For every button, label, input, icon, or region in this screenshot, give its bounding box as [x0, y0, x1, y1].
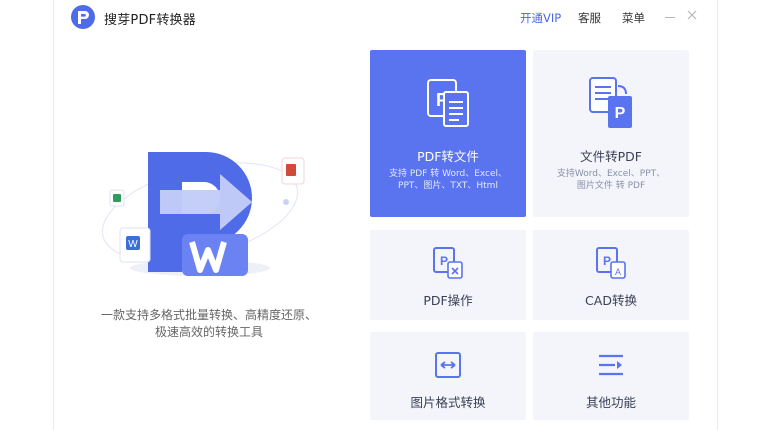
tile-pdf-operation[interactable]: P PDF操作	[370, 230, 526, 320]
other-functions-icon	[599, 354, 623, 376]
svg-text:P: P	[440, 254, 448, 268]
minimize-button[interactable]	[665, 17, 675, 18]
app-logo-icon	[71, 5, 95, 29]
tile-label: PDF转文件	[417, 149, 479, 164]
tile-image-convert[interactable]: 图片格式转换	[370, 332, 526, 420]
tile-desc-line-2: PPT、图片、TXT、Html	[398, 181, 498, 191]
tagline-line-2: 极速高效的转换工具	[154, 325, 263, 339]
tagline-line-1: 一款支持多格式批量转换、高精度还原、	[100, 308, 317, 322]
file-to-pdf-icon: P	[589, 77, 632, 128]
window-border-right	[717, 0, 718, 430]
tile-desc-line-2: 图片文件 转 PDF	[576, 181, 646, 191]
tile-label: 其他功能	[585, 395, 636, 410]
hero-illustration: W	[101, 152, 305, 276]
menu-link[interactable]: 菜单	[622, 10, 645, 26]
tile-desc-line-1: 支持 PDF 转 Word、Excel、	[388, 169, 508, 179]
tile-file-to-pdf[interactable]: P 文件转PDF 支持Word、Excel、PPT、 图片文件 转 PDF	[533, 50, 689, 217]
tile-cad-convert[interactable]: P A CAD转换	[533, 230, 689, 320]
tagline: 一款支持多格式批量转换、高精度还原、 极速高效的转换工具	[94, 307, 324, 341]
cad-convert-icon: P A	[596, 247, 626, 279]
customer-service-link[interactable]: 客服	[578, 10, 601, 26]
tile-desc-line-1: 支持Word、Excel、PPT、	[556, 169, 666, 179]
svg-text:A: A	[615, 267, 621, 277]
svg-text:W: W	[128, 239, 138, 250]
tile-label: PDF操作	[423, 293, 473, 308]
tile-label: CAD转换	[585, 293, 637, 308]
close-icon[interactable]	[685, 8, 699, 22]
image-convert-icon	[435, 352, 461, 378]
pdf-to-file-icon: P	[427, 79, 469, 127]
tile-pdf-to-file[interactable]: P PDF转文件 支持 PDF 转 Word、Excel、 PPT、图片、TXT…	[370, 50, 526, 217]
vip-link[interactable]: 开通VIP	[520, 10, 561, 26]
tile-label: 文件转PDF	[580, 149, 642, 164]
tile-other-functions[interactable]: 其他功能	[533, 332, 689, 420]
svg-text:P: P	[603, 254, 611, 268]
pdf-operation-icon: P	[433, 247, 463, 279]
title-bar: 搜芽PDF转换器 开通VIP 客服 菜单	[54, 0, 717, 36]
window-border-left	[53, 0, 54, 430]
svg-text:P: P	[615, 105, 626, 122]
tile-label: 图片格式转换	[410, 395, 486, 410]
app-title: 搜芽PDF转换器	[104, 13, 196, 28]
